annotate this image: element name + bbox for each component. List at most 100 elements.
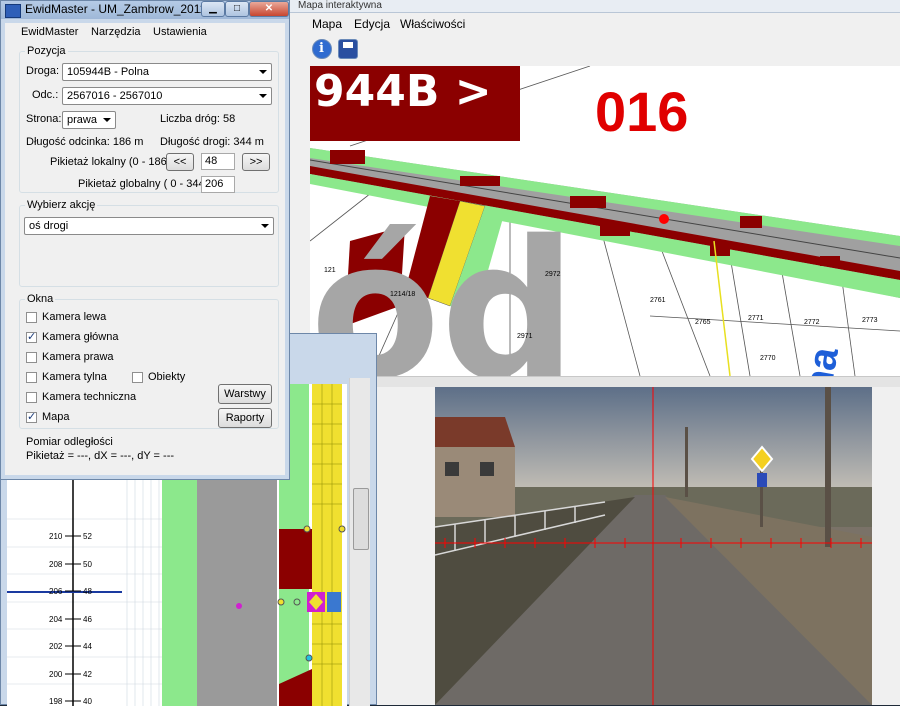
group-okna: Okna Kamera lewa Kamera główna Kamera pr… [19, 293, 279, 429]
map-toolbar [290, 35, 900, 63]
scale-label-left: 206 [49, 587, 63, 596]
minimize-button[interactable]: ▁ [201, 1, 225, 17]
checkbox-label: Kamera prawa [42, 351, 114, 363]
checkbox-label: Obiekty [148, 371, 186, 383]
droga-select[interactable]: 105944B - Polna [62, 63, 272, 81]
checkbox-mapa[interactable] [26, 410, 37, 423]
save-icon[interactable] [338, 39, 358, 59]
scale-label-left: 204 [49, 615, 63, 624]
checkbox-kamera-glowna[interactable] [26, 330, 37, 343]
chevron-down-icon [261, 224, 269, 228]
info-icon[interactable] [312, 39, 332, 59]
pomiar-label: Pomiar odległości [26, 436, 113, 448]
odcinek-select[interactable]: 2567016 - 2567010 [62, 87, 272, 105]
pikietaz-globalny-input[interactable]: 206 [201, 176, 235, 193]
chevron-down-icon [259, 70, 267, 74]
map-window: Mapa interaktywna Mapa Edycja Właściwośc… [290, 0, 900, 705]
akcja-value: oś drogi [29, 220, 69, 232]
map-window-title: Mapa interaktywna [298, 0, 382, 11]
dlugosc-drogi: Długość drogi: 344 m [160, 136, 264, 148]
strona-label: Strona: [26, 113, 62, 125]
main-camera-view[interactable] [435, 387, 872, 705]
checkbox-label: Mapa [42, 411, 70, 423]
group-pozycja: Pozycja Droga: 105944B - Polna Odc.: 256… [19, 45, 279, 193]
akcja-select[interactable]: oś drogi [24, 217, 274, 235]
pikietaz-lokalny-label: Pikietaż lokalny (0 - 186): [50, 156, 174, 168]
map-drawing: 944B > 016 ód na 1214/18 2972 2971 2761 … [310, 66, 900, 376]
checkbox-kamera-lewa[interactable] [26, 312, 37, 323]
checkbox-kamera-techniczna[interactable] [26, 392, 37, 403]
group-wybierz-akcje: Wybierz akcję oś drogi [19, 199, 279, 287]
scale-label-right: 50 [83, 560, 92, 569]
pane-splitter[interactable] [310, 376, 900, 387]
checkbox-label: Kamera tylna [42, 371, 107, 383]
group-label: Okna [25, 293, 56, 305]
parcel-label: 2765 [695, 319, 711, 326]
map-canvas[interactable]: 944B > 016 ód na 1214/18 2972 2971 2761 … [310, 66, 900, 376]
menu-ustawienia[interactable]: Ustawienia [153, 26, 207, 38]
profile-scrollbar[interactable] [349, 378, 370, 706]
chevron-down-icon [259, 94, 267, 98]
liczba-drog: Liczba dróg: 58 [160, 113, 236, 125]
checkbox-kamera-tylna[interactable] [26, 372, 37, 383]
window-title: EwidMaster - UM_Zambrow_2011_v4 [25, 2, 226, 16]
scale-label-right: 46 [83, 615, 92, 624]
parcel-label: 2770 [760, 355, 776, 362]
checkbox-kamera-prawa[interactable] [26, 352, 37, 363]
scale-label-left: 208 [49, 560, 63, 569]
parcel-label: 2972 [545, 271, 561, 278]
scale-label-left: 210 [49, 532, 63, 541]
scale-label-left: 202 [49, 642, 63, 651]
group-label: Pozycja [25, 45, 68, 57]
parcel-label: 2773 [862, 317, 878, 324]
strona-select[interactable]: prawa [62, 111, 116, 129]
pomiar-value: Pikietaż = ---, dX = ---, dY = --- [26, 450, 175, 462]
pikietaz-lokalny-input[interactable]: 48 [201, 153, 235, 170]
control-panel: Pozycja Droga: 105944B - Polna Odc.: 256… [5, 43, 285, 475]
number-label: 016 [595, 80, 688, 143]
prev-button[interactable]: << [166, 153, 194, 171]
chevron-down-icon [103, 118, 111, 122]
group-label: Wybierz akcję [25, 199, 98, 211]
checkbox-label: Kamera techniczna [42, 391, 137, 403]
checkbox-label: Kamera główna [42, 331, 119, 343]
warstwy-button[interactable]: Warstwy [218, 384, 272, 404]
parcel-label: 2971 [517, 333, 533, 340]
window-titlebar[interactable]: EwidMaster - UM_Zambrow_2011_v4 ▁ □ ✕ [1, 1, 289, 19]
map-menubar: Mapa Edycja Właściwości [290, 13, 900, 35]
scale-label-right: 48 [83, 587, 92, 596]
app-icon [5, 4, 21, 18]
map-window-titlebar: Mapa interaktywna [290, 0, 900, 13]
parcel-label: 121 [324, 267, 336, 274]
scale-label-left: 200 [49, 670, 63, 679]
odc-value: 2567016 - 2567010 [67, 90, 163, 102]
menu-narzedzia[interactable]: Narzędzia [91, 26, 141, 38]
menu-mapa[interactable]: Mapa [312, 17, 342, 31]
parcel-label: 1214/18 [390, 291, 415, 298]
parcel-label: 2772 [804, 319, 820, 326]
scale-label-right: 52 [83, 532, 92, 541]
scale-label-right: 42 [83, 670, 92, 679]
scrollbar-thumb[interactable] [353, 488, 369, 550]
raporty-button[interactable]: Raporty [218, 408, 272, 428]
side-street-text: na [796, 343, 848, 376]
parcel-label: 2771 [748, 315, 764, 322]
odc-label: Odc.: [32, 89, 59, 101]
main-menubar: EwidMaster Narzędzia Ustawienia [5, 23, 285, 43]
checkbox-obiekty[interactable] [132, 372, 143, 383]
checkbox-label: Kamera lewa [42, 311, 107, 323]
menu-edycja[interactable]: Edycja [354, 17, 390, 31]
group-pomiar: Pomiar odległości Pikietaż = ---, dX = -… [19, 436, 279, 469]
next-button[interactable]: >> [242, 153, 270, 171]
scale-label-right: 44 [83, 642, 92, 651]
droga-value: 105944B - Polna [67, 66, 149, 78]
menu-wlasciwosci[interactable]: Właściwości [400, 17, 465, 31]
ewidmaster-window: EwidMaster - UM_Zambrow_2011_v4 ▁ □ ✕ Ew… [0, 0, 290, 480]
menu-ewidmaster[interactable]: EwidMaster [21, 26, 78, 38]
close-button[interactable]: ✕ [249, 1, 289, 17]
maximize-button[interactable]: □ [225, 1, 249, 17]
road-label: 944B > [314, 66, 492, 117]
road-camera-view [435, 387, 872, 705]
dlugosc-odcinka: Długość odcinka: 186 m [26, 136, 144, 148]
camera-side-panel [872, 387, 900, 705]
